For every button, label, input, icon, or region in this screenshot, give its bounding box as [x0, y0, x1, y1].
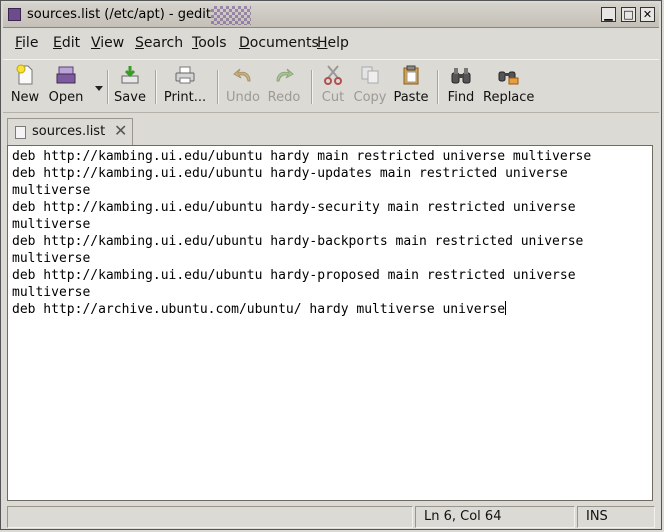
toolbar-separator — [217, 70, 219, 104]
menu-edit[interactable]: Edit — [53, 35, 80, 51]
new-document-icon — [16, 64, 33, 85]
insert-mode: INS — [577, 506, 655, 528]
open-button[interactable]: Open — [47, 64, 85, 110]
toolbar-separator — [437, 70, 439, 104]
text-editor[interactable]: deb http://kambing.ui.edu/ubuntu hardy m… — [7, 145, 653, 501]
editor-line: multiverse — [12, 217, 91, 232]
scissors-icon — [324, 65, 342, 85]
editor-line: deb http://archive.ubuntu.com/ubuntu/ ha… — [12, 302, 506, 317]
print-button[interactable]: Print... — [163, 64, 207, 110]
window-title: sources.list (/etc/apt) - gedit — [27, 7, 211, 22]
menu-help[interactable]: Help — [317, 35, 349, 51]
paste-button[interactable]: Paste — [393, 64, 429, 110]
editor-line: deb http://kambing.ui.edu/ubuntu hardy-p… — [12, 268, 576, 283]
editor-line: multiverse — [12, 285, 91, 300]
cut-button[interactable]: Cut — [319, 64, 347, 110]
editor-line: deb http://kambing.ui.edu/ubuntu hardy m… — [12, 149, 592, 164]
replace-button[interactable]: Replace — [483, 64, 534, 110]
toolbar-separator — [311, 70, 313, 104]
text-cursor — [505, 301, 507, 315]
editor-line: multiverse — [12, 251, 91, 266]
copy-button[interactable]: Copy — [353, 64, 387, 110]
document-tabs: sources.list ✕ — [3, 115, 659, 146]
minimize-button[interactable]: ▁ — [601, 7, 616, 22]
editor-line: deb http://kambing.ui.edu/ubuntu hardy-s… — [12, 200, 576, 215]
maximize-button[interactable]: □ — [621, 7, 636, 22]
paste-clipboard-icon — [403, 65, 419, 85]
cursor-position: Ln 6, Col 64 — [415, 506, 575, 528]
gedit-window: sources.list (/etc/apt) - gedit ▁ □ ✕ Fi… — [0, 0, 662, 530]
menu-view[interactable]: View — [91, 35, 124, 51]
menu-file[interactable]: File — [15, 35, 38, 51]
menu-bar: File Edit View Search Tools Documents He… — [3, 31, 659, 55]
menu-tools[interactable]: Tools — [192, 35, 227, 51]
title-bar[interactable]: sources.list (/etc/apt) - gedit ▁ □ ✕ — [3, 3, 659, 28]
redo-icon — [276, 68, 294, 82]
editor-line: deb http://kambing.ui.edu/ubuntu hardy-u… — [12, 166, 568, 181]
close-tab-icon[interactable]: ✕ — [114, 122, 127, 140]
text-file-icon — [15, 126, 26, 139]
toolbar-separator — [155, 70, 157, 104]
undo-button[interactable]: Undo — [225, 64, 261, 110]
find-button[interactable]: Find — [445, 64, 477, 110]
menu-search[interactable]: Search — [135, 35, 183, 51]
menu-documents[interactable]: Documents — [239, 35, 319, 51]
editor-content[interactable]: deb http://kambing.ui.edu/ubuntu hardy m… — [12, 148, 591, 318]
window-menu-icon[interactable] — [8, 8, 21, 21]
new-button[interactable]: New — [9, 64, 41, 110]
status-message — [7, 506, 413, 528]
dropdown-arrow-icon — [95, 86, 103, 91]
status-bar: Ln 6, Col 64 INS — [3, 505, 659, 529]
editor-line: deb http://kambing.ui.edu/ubuntu hardy-b… — [12, 234, 584, 249]
copy-icon — [361, 66, 379, 84]
editor-line: multiverse — [12, 183, 91, 198]
toolbar: New Open Save Print... Undo Redo Cut Cop… — [3, 59, 659, 113]
toolbar-separator — [107, 70, 109, 104]
save-button[interactable]: Save — [113, 64, 147, 110]
redo-button[interactable]: Redo — [267, 64, 301, 110]
binoculars-icon — [451, 68, 471, 84]
save-icon — [121, 66, 139, 84]
open-recent-dropdown[interactable] — [91, 64, 103, 110]
undo-icon — [233, 68, 251, 82]
find-replace-icon — [498, 71, 519, 85]
close-window-button[interactable]: ✕ — [640, 7, 655, 22]
title-bar-pattern — [211, 6, 251, 25]
printer-icon — [175, 66, 195, 84]
tab-sources-list[interactable]: sources.list ✕ — [7, 118, 133, 146]
open-folder-icon — [56, 66, 76, 84]
